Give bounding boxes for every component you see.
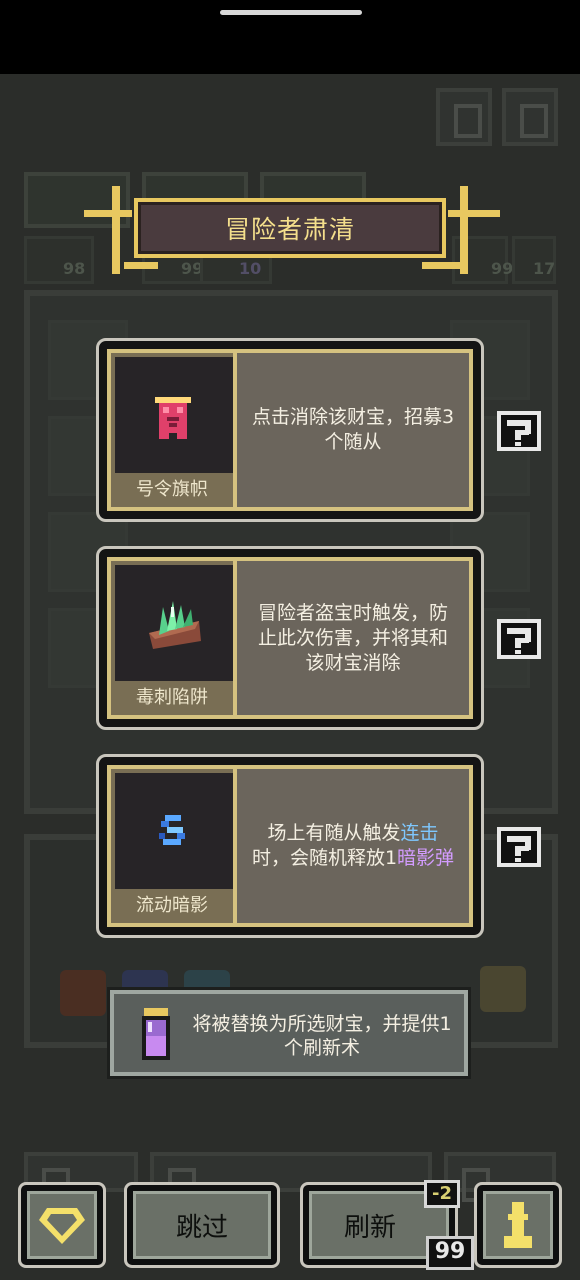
bg-stat-5: 17 bbox=[512, 236, 556, 284]
pawn-icon bbox=[504, 1202, 532, 1248]
replace-info-popup: 将被替换为所选财宝，并提供1个刷新术 bbox=[110, 990, 468, 1076]
potion-bottle-icon bbox=[142, 1008, 170, 1060]
treasure-card-banner-flag[interactable]: 号令旗帜 点击消除该财宝，招募3个随从 bbox=[96, 338, 484, 522]
pawn-button-face bbox=[483, 1191, 553, 1259]
card-icon-box bbox=[115, 357, 233, 473]
card-description: 场上有随从触发连击时，会随机释放1暗影弹 bbox=[237, 769, 469, 923]
status-bar bbox=[0, 0, 580, 74]
bg-item bbox=[60, 970, 106, 1016]
card-description: 冒险者盗宝时触发，防止此次伤害，并将其和该财宝消除 bbox=[237, 561, 469, 715]
card-description-text: 场上有随从触发连击时，会随机释放1暗影弹 bbox=[251, 821, 455, 871]
banner-flag-icon bbox=[155, 397, 191, 439]
settings-button-bg bbox=[502, 88, 558, 146]
banner-bar bbox=[448, 210, 500, 217]
desc-segment: 点击消除该财宝，招募3个随从 bbox=[251, 406, 455, 453]
help-button-bg bbox=[436, 88, 492, 146]
question-mark-icon[interactable] bbox=[496, 826, 542, 868]
bg-item bbox=[480, 966, 526, 1012]
desc-keyword-shadow-bolt: 暗影弹 bbox=[397, 847, 455, 869]
treasure-card-poison-trap[interactable]: 毒刺陷阱 冒险者盗宝时触发，防止此次伤害，并将其和该财宝消除 bbox=[96, 546, 484, 730]
card-name: 毒刺陷阱 bbox=[136, 687, 208, 708]
banner-bar bbox=[84, 210, 132, 217]
question-mark-icon[interactable] bbox=[496, 410, 542, 452]
banner-post-right bbox=[460, 186, 468, 274]
home-indicator bbox=[220, 10, 362, 15]
desc-keyword-combo: 连击 bbox=[400, 822, 439, 844]
page-title: 冒险者肃清 bbox=[224, 215, 355, 244]
card-description-text: 冒险者盗宝时触发，防止此次伤害，并将其和该财宝消除 bbox=[251, 601, 455, 676]
desc-segment: 时，会随机释放1 bbox=[251, 847, 398, 869]
card-icon-box bbox=[115, 773, 233, 889]
title-banner: 冒险者肃清 bbox=[134, 198, 446, 258]
gem-button-face bbox=[27, 1191, 97, 1259]
gem-icon bbox=[39, 1208, 85, 1244]
banner-bar bbox=[422, 262, 464, 269]
card-left-panel: 毒刺陷阱 bbox=[111, 561, 237, 715]
flowing-shadow-icon bbox=[159, 815, 185, 845]
card-icon-box bbox=[115, 565, 233, 681]
pawn-button[interactable] bbox=[474, 1182, 562, 1268]
skip-button-label: 跳过 bbox=[133, 1191, 271, 1259]
desc-segment: 场上有随从触发 bbox=[267, 822, 401, 844]
card-description: 点击消除该财宝，招募3个随从 bbox=[237, 353, 469, 507]
banner-post-left bbox=[112, 186, 120, 274]
treasure-card-flowing-shadow[interactable]: 流动暗影 场上有随从触发连击时，会随机释放1暗影弹 bbox=[96, 754, 484, 938]
desc-segment: 冒险者盗宝时触发，防止此次伤害，并将其和该财宝消除 bbox=[257, 601, 448, 674]
card-name: 流动暗影 bbox=[136, 895, 208, 916]
card-frame: 号令旗帜 点击消除该财宝，招募3个随从 bbox=[107, 349, 473, 511]
card-left-panel: 流动暗影 bbox=[111, 769, 237, 923]
banner-bar bbox=[124, 262, 158, 269]
card-name: 号令旗帜 bbox=[136, 479, 208, 500]
poison-spike-trap-icon bbox=[149, 601, 201, 649]
card-left-panel: 号令旗帜 bbox=[111, 353, 237, 507]
gem-button[interactable] bbox=[18, 1182, 106, 1268]
question-mark-icon[interactable] bbox=[496, 618, 542, 660]
bg-stat-1: 98 bbox=[24, 236, 94, 284]
card-frame: 流动暗影 场上有随从触发连击时，会随机释放1暗影弹 bbox=[107, 765, 473, 927]
card-description-text: 点击消除该财宝，招募3个随从 bbox=[251, 405, 455, 455]
refresh-count-badge: 99 bbox=[426, 1236, 474, 1270]
card-frame: 毒刺陷阱 冒险者盗宝时触发，防止此次伤害，并将其和该财宝消除 bbox=[107, 557, 473, 719]
skip-button[interactable]: 跳过 bbox=[124, 1182, 280, 1268]
refresh-cost-badge: -2 bbox=[424, 1180, 460, 1208]
popup-text: 将被替换为所选财宝，并提供1个刷新术 bbox=[192, 1013, 452, 1059]
